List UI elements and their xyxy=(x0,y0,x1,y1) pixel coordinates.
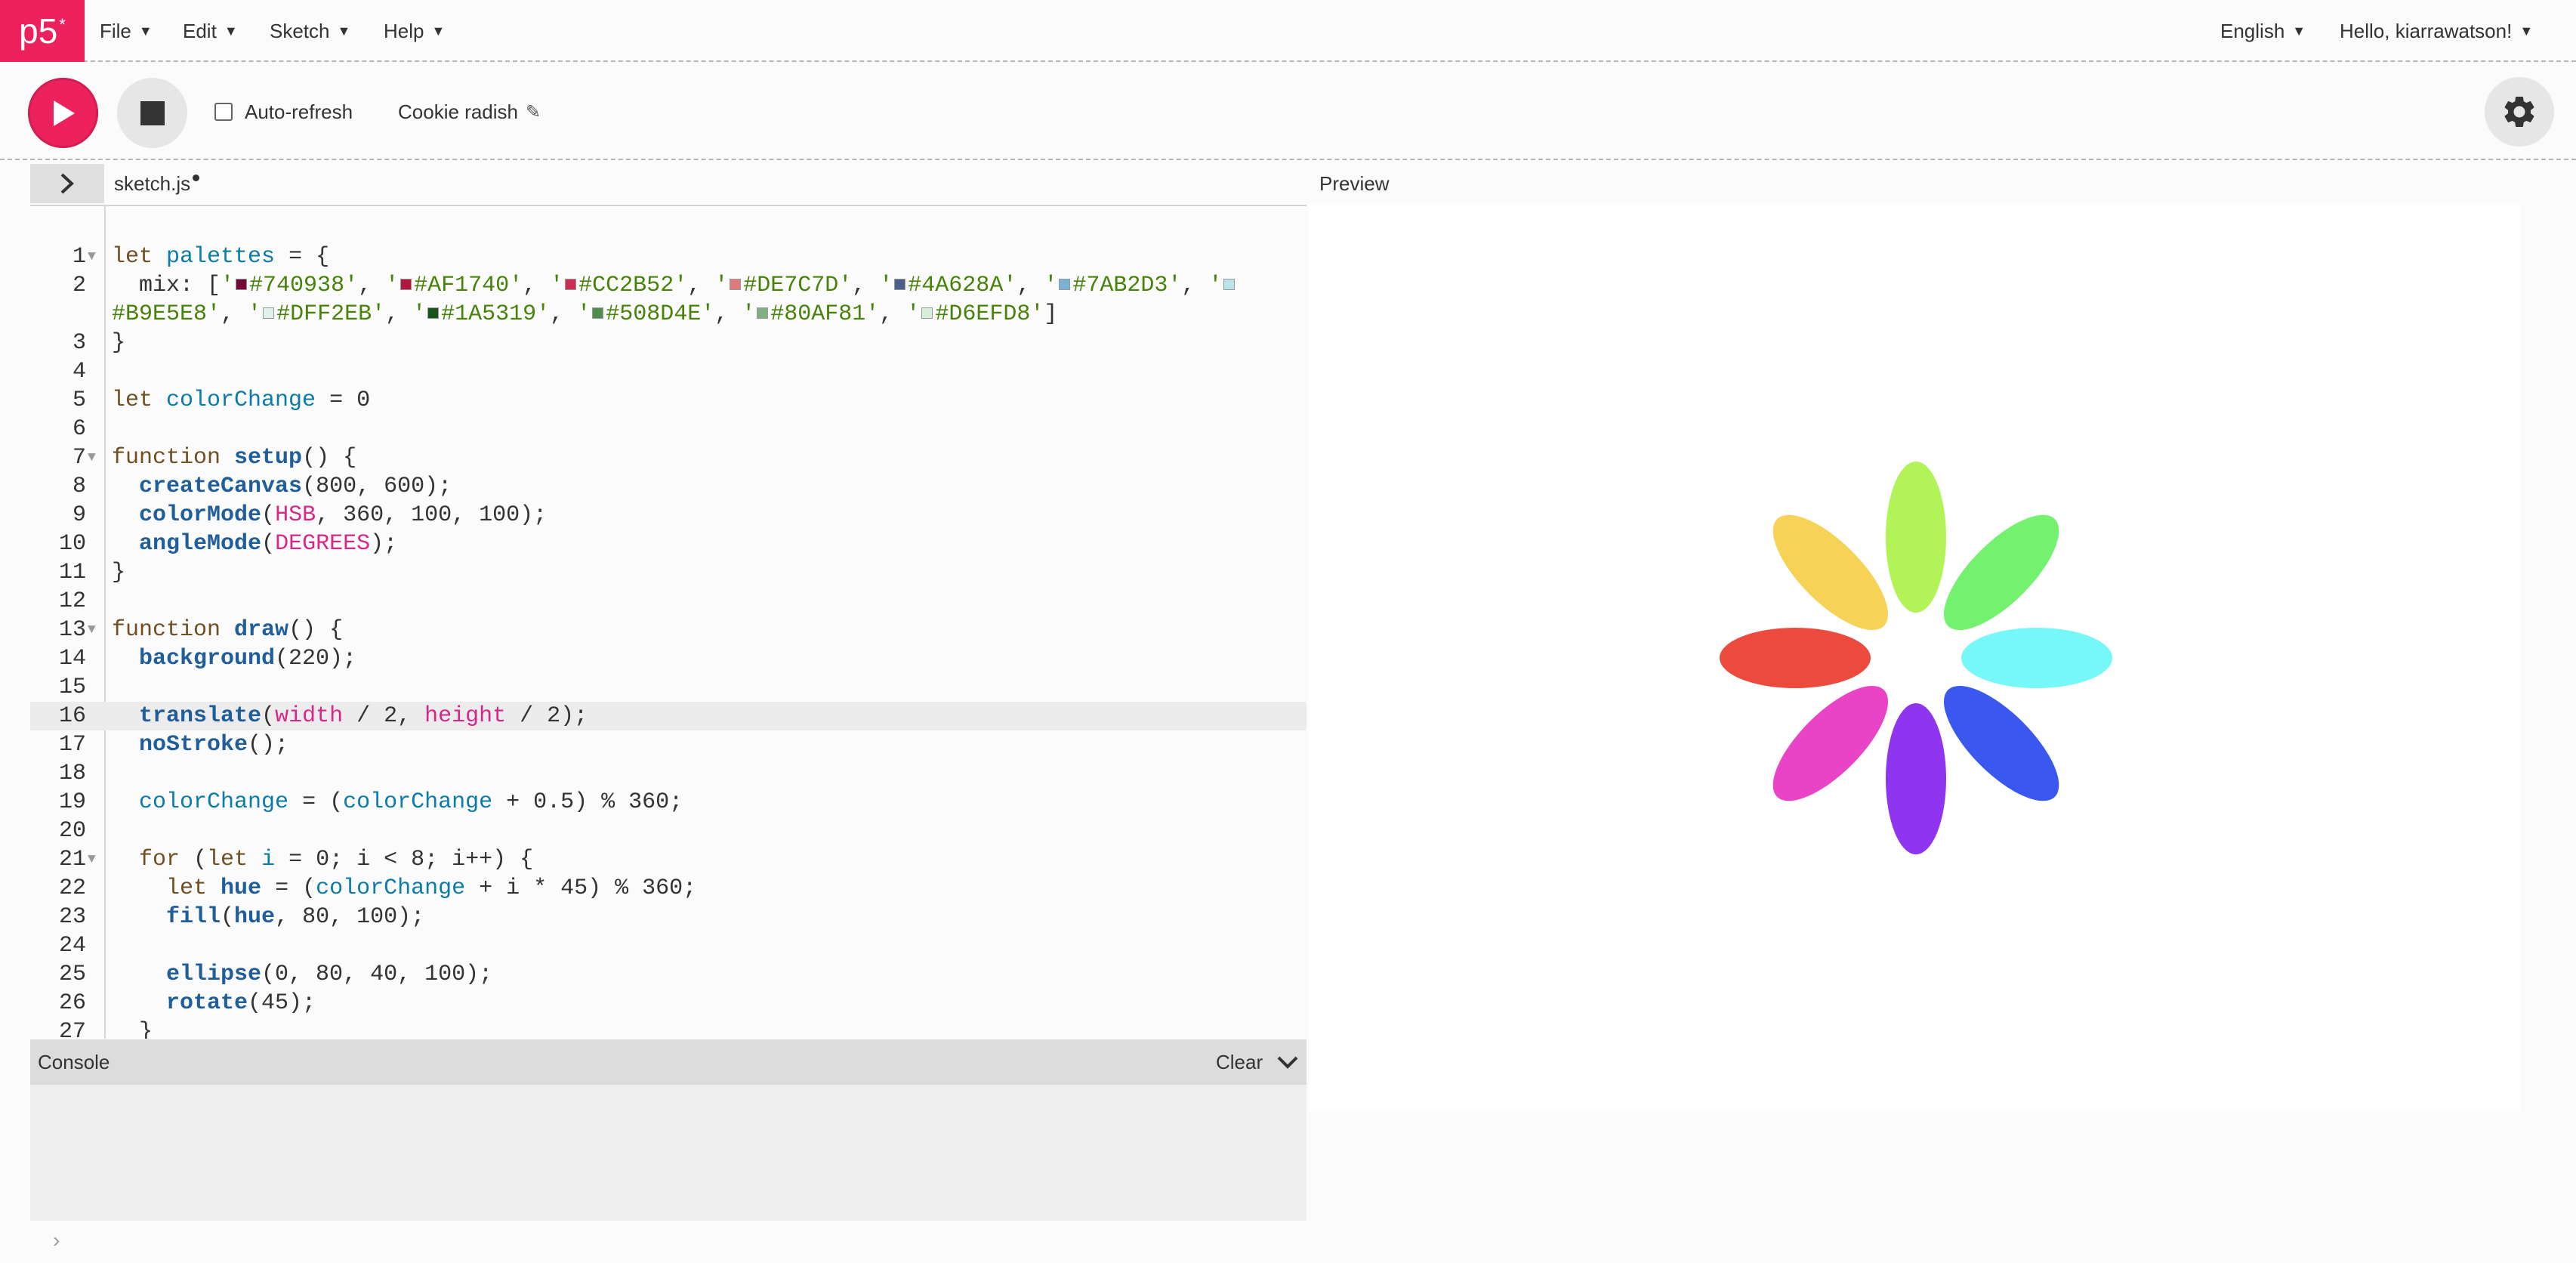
console-output xyxy=(30,1085,1307,1221)
code-line[interactable]: 6 xyxy=(30,415,1307,443)
code-line[interactable]: 10 angleMode(DEGREES); xyxy=(30,530,1307,558)
toolbar: Auto-refresh Cookie radish ✎ xyxy=(0,63,2576,160)
code-line[interactable]: 19 colorChange = (colorChange + 0.5) % 3… xyxy=(30,788,1307,817)
chevron-down-icon: ▼ xyxy=(224,23,238,39)
code-line[interactable]: 17 noStroke(); xyxy=(30,730,1307,759)
code-line[interactable]: 23 fill(hue, 80, 100); xyxy=(30,903,1307,931)
auto-refresh-toggle[interactable]: Auto-refresh xyxy=(214,63,353,160)
code-line[interactable]: 8 createCanvas(800, 600); xyxy=(30,472,1307,501)
code-line[interactable]: 4 xyxy=(30,357,1307,386)
chevron-down-icon[interactable] xyxy=(1276,1051,1299,1073)
code-line[interactable]: 12 xyxy=(30,587,1307,616)
code-line[interactable]: 13 ▼ function draw() { xyxy=(30,616,1307,644)
chevron-down-icon: ▼ xyxy=(337,23,351,39)
code-line[interactable]: 14 background(220); xyxy=(30,644,1307,673)
console-title: Console xyxy=(38,1050,110,1073)
code-line[interactable]: 25 ellipse(0, 80, 40, 100); xyxy=(30,960,1307,989)
chevron-down-icon: ▼ xyxy=(431,23,446,39)
chevron-right-icon xyxy=(60,173,74,194)
code-line[interactable]: 7 ▼ function setup() { xyxy=(30,443,1307,472)
code-line[interactable]: 3} xyxy=(30,329,1307,357)
logo-asterisk: * xyxy=(59,15,66,34)
settings-button[interactable] xyxy=(2485,77,2554,147)
code-line[interactable]: 24 xyxy=(30,931,1307,960)
code-line[interactable]: 1 ▼ let palettes = { xyxy=(30,242,1307,271)
code-line[interactable]: 26 rotate(45); xyxy=(30,989,1307,1018)
preview-canvas[interactable] xyxy=(1309,205,2520,1111)
code-lines[interactable]: 1 ▼ let palettes = { 2 mix: [' #740938', ' #… xyxy=(30,242,1307,1039)
code-line[interactable]: 15 xyxy=(30,673,1307,702)
menu-file[interactable]: File ▼ xyxy=(100,0,153,62)
menu-file-label: File xyxy=(100,19,131,42)
flower-petal xyxy=(1720,628,1871,688)
menu-help[interactable]: Help ▼ xyxy=(384,0,445,62)
chevron-down-icon: ▼ xyxy=(2519,23,2534,39)
auto-refresh-checkbox[interactable] xyxy=(214,103,233,121)
code-line[interactable]: 21 ▼ for (let i = 0; i < 8; i++) { xyxy=(30,845,1307,874)
code-line[interactable]: 27 } xyxy=(30,1018,1307,1039)
code-line[interactable]: #B9E5E8', ' #DFF2EB', ' #1A5319', ' #508D4E… xyxy=(30,300,1307,329)
flower-petal xyxy=(1772,514,1889,631)
flower-petal xyxy=(1961,628,2112,688)
code-line[interactable]: 9 colorMode(HSB, 360, 100, 100); xyxy=(30,501,1307,530)
top-nav: p5 * File ▼ Edit ▼ Sketch ▼ Help ▼ English ▼ H… xyxy=(0,0,2576,62)
sketch-name[interactable]: Cookie radish ✎ xyxy=(398,63,541,160)
file-tab-sketch-js[interactable]: sketch.js xyxy=(114,164,200,203)
console-clear-button[interactable]: Clear xyxy=(1216,1051,1263,1074)
code-line[interactable]: 11} xyxy=(30,558,1307,587)
logo-text: p5 xyxy=(19,11,58,51)
menu-help-label: Help xyxy=(384,19,424,42)
console-prompt-icon: › xyxy=(53,1228,60,1252)
code-line[interactable]: 22 let hue = (colorChange + i * 45) % 36… xyxy=(30,874,1307,903)
sketch-output xyxy=(1720,462,2112,854)
code-line-active[interactable]: 16 translate(width / 2, height / 2); xyxy=(30,702,1307,730)
code-editor[interactable]: 1 ▼ let palettes = { 2 mix: [' #740938', ' #… xyxy=(30,205,1307,1039)
play-button[interactable] xyxy=(28,78,98,148)
code-line[interactable]: 18 xyxy=(30,759,1307,788)
menu-sketch-label: Sketch xyxy=(270,19,330,42)
chevron-down-icon: ▼ xyxy=(138,23,153,39)
code-line[interactable]: 20 xyxy=(30,817,1307,845)
file-tab-label: sketch.js xyxy=(114,171,191,195)
code-line[interactable]: 5 let colorChange = 0 xyxy=(30,386,1307,415)
p5-logo[interactable]: p5 * xyxy=(0,0,85,62)
language-label: English xyxy=(2220,19,2285,42)
chevron-down-icon: ▼ xyxy=(2292,23,2306,39)
flower-petal xyxy=(1943,685,2059,801)
sidebar-expand-button[interactable] xyxy=(30,164,104,203)
play-icon xyxy=(53,100,75,126)
unsaved-indicator xyxy=(193,174,200,181)
flower-petal xyxy=(1886,462,1946,613)
flower-petal xyxy=(1943,514,2059,631)
menu-edit-label: Edit xyxy=(183,19,217,42)
code-line[interactable]: 2 mix: [' #740938', ' #AF1740', ' #CC2B52',… xyxy=(30,271,1307,300)
auto-refresh-label: Auto-refresh xyxy=(245,100,353,123)
stop-button[interactable] xyxy=(117,78,187,148)
pencil-icon[interactable]: ✎ xyxy=(526,101,541,123)
user-greeting: Hello, kiarrawatson! xyxy=(2340,19,2513,42)
flower-petal xyxy=(1772,685,1889,801)
console-input[interactable]: › xyxy=(30,1221,1307,1263)
language-selector[interactable]: English ▼ xyxy=(2220,0,2306,62)
user-menu[interactable]: Hello, kiarrawatson! ▼ xyxy=(2340,0,2533,62)
menu-sketch[interactable]: Sketch ▼ xyxy=(270,0,350,62)
menu-edit[interactable]: Edit ▼ xyxy=(183,0,238,62)
flower-petal xyxy=(1886,703,1946,854)
stop-icon xyxy=(140,100,165,125)
console-header: Console Clear xyxy=(30,1039,1307,1085)
preview-label: Preview xyxy=(1319,171,1390,195)
gear-icon xyxy=(2504,96,2534,127)
sketch-name-text: Cookie radish xyxy=(398,100,518,123)
